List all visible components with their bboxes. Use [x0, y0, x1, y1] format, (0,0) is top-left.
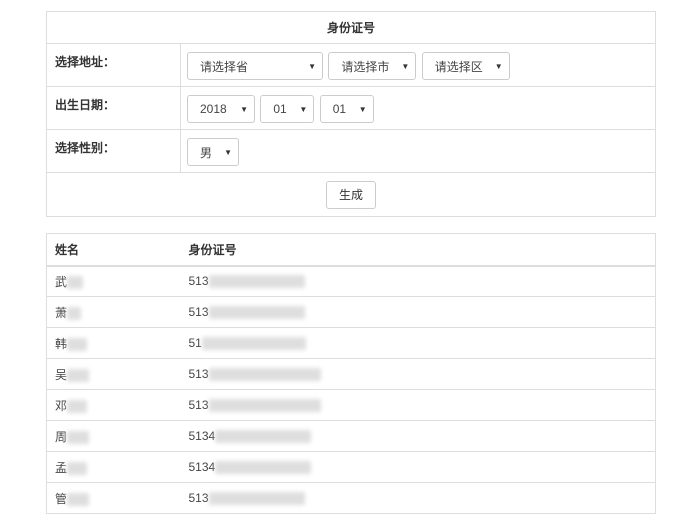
row-id: 5134 — [188, 459, 216, 474]
redacted-name — [67, 492, 90, 506]
chevron-down-icon: ▼ — [308, 61, 316, 71]
redacted-name — [67, 461, 88, 475]
row-name: 邓 — [55, 398, 68, 413]
row-id: 513 — [188, 397, 209, 412]
form-title: 身份证号 — [46, 11, 656, 44]
province-select-value: 请选择省 — [200, 59, 249, 74]
table-row: 周 5134 — [46, 420, 656, 452]
row-name-cell: 韩 — [46, 327, 181, 359]
column-header-id: 身份证号 — [180, 233, 656, 267]
table-row: 管 513 — [46, 482, 656, 514]
row-id: 513 — [188, 274, 209, 289]
column-header-name: 姓名 — [46, 233, 181, 267]
address-label: 选择地址： — [46, 43, 181, 87]
row-id: 513 — [188, 304, 209, 319]
redacted-name — [67, 430, 90, 444]
row-name-cell: 萧 — [46, 296, 181, 328]
row-id-cell: 513 — [180, 265, 656, 297]
district-select-value: 请选择区 — [434, 59, 483, 74]
redacted-id — [208, 399, 321, 413]
chevron-down-icon: ▼ — [494, 61, 503, 71]
generate-button[interactable]: 生成 — [325, 180, 376, 209]
redacted-id — [208, 492, 305, 506]
redacted-id — [208, 306, 305, 320]
row-name: 韩 — [55, 336, 68, 351]
gender-select-value: 男 — [200, 145, 213, 160]
row-id: 5134 — [188, 428, 216, 443]
city-select[interactable]: 请选择市 ▼ — [328, 52, 417, 80]
table-row: 孟 5134 — [46, 451, 656, 483]
redacted-name — [67, 306, 82, 320]
row-name-cell: 武 — [46, 265, 181, 297]
row-id-cell: 513 — [180, 296, 656, 328]
redacted-id — [215, 430, 312, 444]
row-id-cell: 5134 — [180, 451, 656, 483]
redacted-id — [208, 368, 321, 382]
row-id: 513 — [188, 490, 209, 505]
province-select[interactable]: 请选择省 ▼ — [187, 52, 323, 80]
table-row: 吴 513 — [46, 358, 656, 390]
month-select-value: 01 — [273, 102, 287, 116]
table-row: 武 513 — [46, 265, 656, 297]
row-name-cell: 周 — [46, 420, 181, 452]
redacted-id — [201, 337, 306, 351]
redacted-id — [208, 275, 305, 289]
row-name: 武 — [55, 274, 68, 289]
table-row: 萧 513 — [46, 296, 656, 328]
day-select-value: 01 — [332, 102, 347, 116]
redacted-name — [67, 337, 88, 351]
redacted-name — [67, 276, 84, 290]
year-select-value: 2018 — [200, 102, 227, 116]
row-name: 萧 — [55, 305, 68, 320]
district-select[interactable]: 请选择区 ▼ — [421, 52, 510, 80]
redacted-name — [67, 399, 88, 413]
row-name-cell: 孟 — [46, 451, 181, 483]
row-id: 513 — [188, 366, 209, 381]
year-select[interactable]: 2018 ▼ — [187, 95, 255, 123]
row-id-cell: 513 — [180, 358, 656, 390]
row-name: 孟 — [55, 460, 68, 475]
row-name: 吴 — [55, 367, 68, 382]
chevron-down-icon: ▼ — [358, 104, 367, 114]
chevron-down-icon: ▼ — [224, 147, 232, 157]
row-name-cell: 吴 — [46, 358, 181, 390]
row-name: 周 — [55, 429, 68, 444]
row-name: 管 — [55, 491, 68, 506]
birth-label: 出生日期： — [46, 86, 181, 130]
gender-label: 选择性别： — [46, 129, 181, 173]
redacted-id — [215, 461, 312, 475]
redacted-name — [67, 368, 90, 382]
row-id-cell: 5134 — [180, 420, 656, 452]
row-id-cell: 513 — [180, 482, 656, 514]
city-select-value: 请选择市 — [341, 59, 390, 74]
results-table: 姓名 身份证号 武 513 萧 513 韩 51 吴 513 邓 513 周 5134 孟 5134 管 51… — [46, 233, 656, 514]
row-name-cell: 邓 — [46, 389, 181, 421]
row-name-cell: 管 — [46, 482, 181, 514]
month-select[interactable]: 01 ▼ — [260, 95, 315, 123]
chevron-down-icon: ▼ — [240, 104, 248, 114]
table-row: 邓 513 — [46, 389, 656, 421]
gender-select[interactable]: 男 ▼ — [187, 138, 239, 166]
row-id: 51 — [188, 335, 202, 350]
generator-form: 身份证号 选择地址： 请选择省 ▼ 请选择市 ▼ 请选择区 ▼ 出生日期： 20… — [46, 11, 656, 217]
row-id-cell: 513 — [180, 389, 656, 421]
chevron-down-icon: ▼ — [401, 61, 410, 71]
chevron-down-icon: ▼ — [299, 104, 308, 114]
table-header-row: 姓名 身份证号 — [46, 233, 656, 267]
row-id-cell: 51 — [180, 327, 656, 359]
table-row: 韩 51 — [46, 327, 656, 359]
day-select[interactable]: 01 ▼ — [319, 95, 374, 123]
